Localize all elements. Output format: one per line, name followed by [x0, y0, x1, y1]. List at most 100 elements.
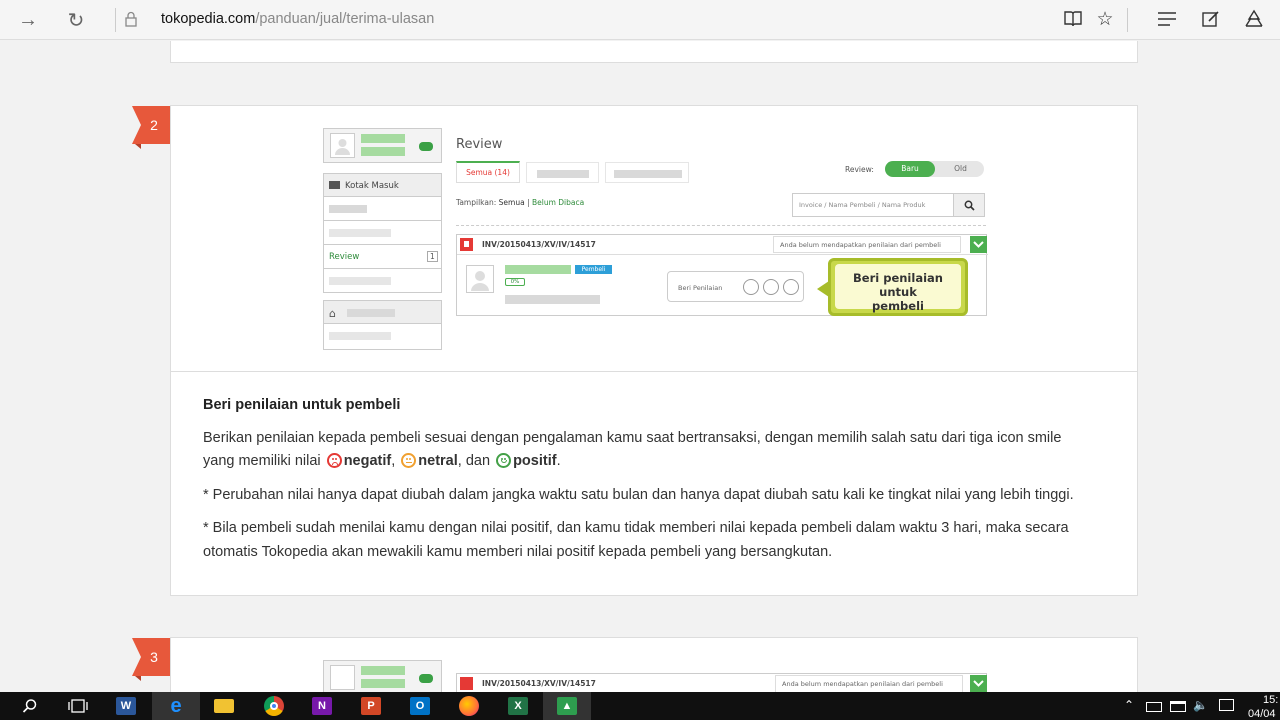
step-number: 3 [132, 638, 170, 681]
review-status: Anda belum mendapatkan penilaian dari pe… [773, 236, 961, 253]
taskbar: W e N P O X ▲ ⌃ 🔈 15: 04/04 [0, 692, 1280, 720]
review-filter-label: Review: [845, 165, 874, 174]
step-card: Kotak Masuk Review 1 ⌂ Review Semua (14)… [170, 105, 1138, 596]
invoice-number[interactable]: INV/20150413/XV/IV/14517 [482, 679, 596, 688]
profile-name-placeholder [361, 666, 405, 675]
wallet-icon [419, 142, 433, 151]
firefox-icon[interactable] [445, 692, 493, 720]
mail-icon [329, 181, 340, 189]
review-item: INV/20150413/XV/IV/14517 Anda belum mend… [456, 234, 988, 316]
step-number: 2 [132, 106, 170, 149]
word-icon[interactable]: W [102, 692, 150, 720]
refresh-icon[interactable]: ↻ [62, 6, 90, 34]
tab-placeholder[interactable] [605, 162, 689, 183]
onenote-icon[interactable]: N [298, 692, 346, 720]
address-bar[interactable]: tokopedia.com/panduan/jual/terima-ulasan [161, 11, 434, 27]
review-screenshot: INV/20150413/XV/IV/14517 Anda belum mend… [323, 660, 993, 692]
chevron-up-icon[interactable]: ⌃ [1124, 698, 1134, 712]
sidebar-item-inbox[interactable]: Kotak Masuk [323, 173, 442, 197]
sidebar-item-review[interactable]: Review 1 [323, 245, 442, 269]
tab-placeholder[interactable] [526, 162, 599, 183]
paragraph-rating-values: yang memiliki nilai negatif, netral, dan… [203, 450, 561, 474]
file-explorer-icon[interactable] [200, 692, 248, 720]
previous-step-card [170, 41, 1138, 63]
buyer-percent: 0% [505, 278, 525, 286]
callout-bubble: Beri penilaian untuk pembeli [817, 258, 968, 316]
tab-label-placeholder [614, 170, 682, 178]
back-icon[interactable]: → [14, 6, 42, 34]
outlook-icon[interactable]: O [396, 692, 444, 720]
clock-date[interactable]: 04/04 [1248, 708, 1276, 720]
chevron-down-icon[interactable] [970, 675, 987, 692]
edge-icon[interactable]: e [152, 692, 200, 720]
callout-text: Beri penilaian untuk pembeli [835, 264, 961, 313]
profile-box [323, 128, 442, 163]
battery-icon[interactable] [1146, 702, 1162, 712]
neutral-label: netral [418, 453, 458, 469]
review-screenshot: Kotak Masuk Review 1 ⌂ Review Semua (14)… [323, 128, 993, 350]
home-icon: ⌂ [329, 307, 336, 320]
page-viewport: Kotak Masuk Review 1 ⌂ Review Semua (14)… [0, 41, 1280, 692]
buyer-badge: Pembeli [575, 265, 612, 274]
chrome-icon[interactable] [250, 692, 298, 720]
address-domain: tokopedia.com [161, 11, 256, 27]
sidebar-item-label: Kotak Masuk [345, 181, 399, 191]
show-filter: Tampilkan: Semua | Belum Dibaca [456, 198, 585, 207]
network-icon[interactable] [1170, 701, 1186, 712]
wallet-icon [419, 674, 433, 683]
tab-label-placeholder [537, 170, 589, 178]
reading-view-icon[interactable] [1060, 6, 1086, 32]
toggle-new[interactable]: Baru [885, 161, 935, 177]
sidebar-item[interactable] [323, 197, 442, 221]
buyer-name-placeholder [505, 265, 571, 274]
sidebar-placeholder [329, 229, 391, 237]
note: otomatis Tokopedia akan mewakili kamu me… [203, 544, 833, 560]
step-card: INV/20150413/XV/IV/14517 Anda belum mend… [170, 637, 1138, 692]
star-icon[interactable]: ☆ [1092, 6, 1118, 32]
review-count-badge: 1 [427, 251, 438, 262]
sidebar-item[interactable] [323, 269, 442, 293]
web-note-icon[interactable] [1198, 6, 1224, 32]
sad-face-icon [326, 453, 342, 468]
excel-icon[interactable]: X [494, 692, 542, 720]
show-all[interactable]: Semua [499, 198, 525, 207]
sad-face-icon[interactable] [743, 279, 759, 295]
review-item-header: INV/20150413/XV/IV/14517 Anda belum mend… [457, 235, 988, 255]
review-status: Anda belum mendapatkan penilaian dari pe… [775, 675, 963, 692]
text: , dan [457, 453, 491, 469]
text: yang memiliki nilai [203, 453, 321, 469]
sidebar-item[interactable] [323, 324, 442, 350]
avatar [330, 665, 355, 690]
note: * Bila pembeli sudah menilai kamu dengan… [203, 520, 1069, 536]
search-icon[interactable] [6, 692, 54, 720]
address-path: /panduan/jual/terima-ulasan [255, 11, 435, 27]
chevron-down-icon[interactable] [970, 236, 987, 253]
review-toggle[interactable]: Baru Old [885, 161, 984, 177]
review-item-header: INV/20150413/XV/IV/14517 Anda belum mend… [456, 673, 987, 692]
search-icon[interactable] [953, 194, 984, 216]
hub-icon[interactable] [1154, 6, 1180, 32]
volume-icon[interactable]: 🔈 [1193, 698, 1208, 712]
clock-time[interactable]: 15: [1263, 694, 1278, 706]
app-icon[interactable]: ▲ [543, 692, 591, 720]
sidebar-item-shop[interactable]: ⌂ [323, 300, 442, 324]
search-input[interactable]: Invoice / Nama Pembeli / Nama Produk [792, 193, 985, 217]
neutral-face-icon[interactable] [763, 279, 779, 295]
sidebar-item[interactable] [323, 221, 442, 245]
positive-label: positif [513, 453, 557, 469]
powerpoint-icon[interactable]: P [347, 692, 395, 720]
sidebar-placeholder [329, 205, 367, 213]
tab-all[interactable]: Semua (14) [456, 161, 520, 183]
section-heading: Beri penilaian untuk pembeli [203, 397, 401, 413]
toggle-old[interactable]: Old [937, 161, 984, 177]
happy-face-icon[interactable] [783, 279, 799, 295]
invoice-number[interactable]: INV/20150413/XV/IV/14517 [482, 240, 596, 249]
lock-icon [124, 11, 138, 27]
review-title: Review [456, 137, 503, 152]
notifications-icon[interactable] [1219, 699, 1234, 711]
share-icon[interactable] [1241, 6, 1267, 32]
show-label: Tampilkan: [456, 198, 497, 207]
note: * Perubahan nilai hanya dapat diubah dal… [203, 487, 1074, 503]
show-unread[interactable]: Belum Dibaca [532, 198, 584, 207]
task-view-icon[interactable] [54, 692, 102, 720]
